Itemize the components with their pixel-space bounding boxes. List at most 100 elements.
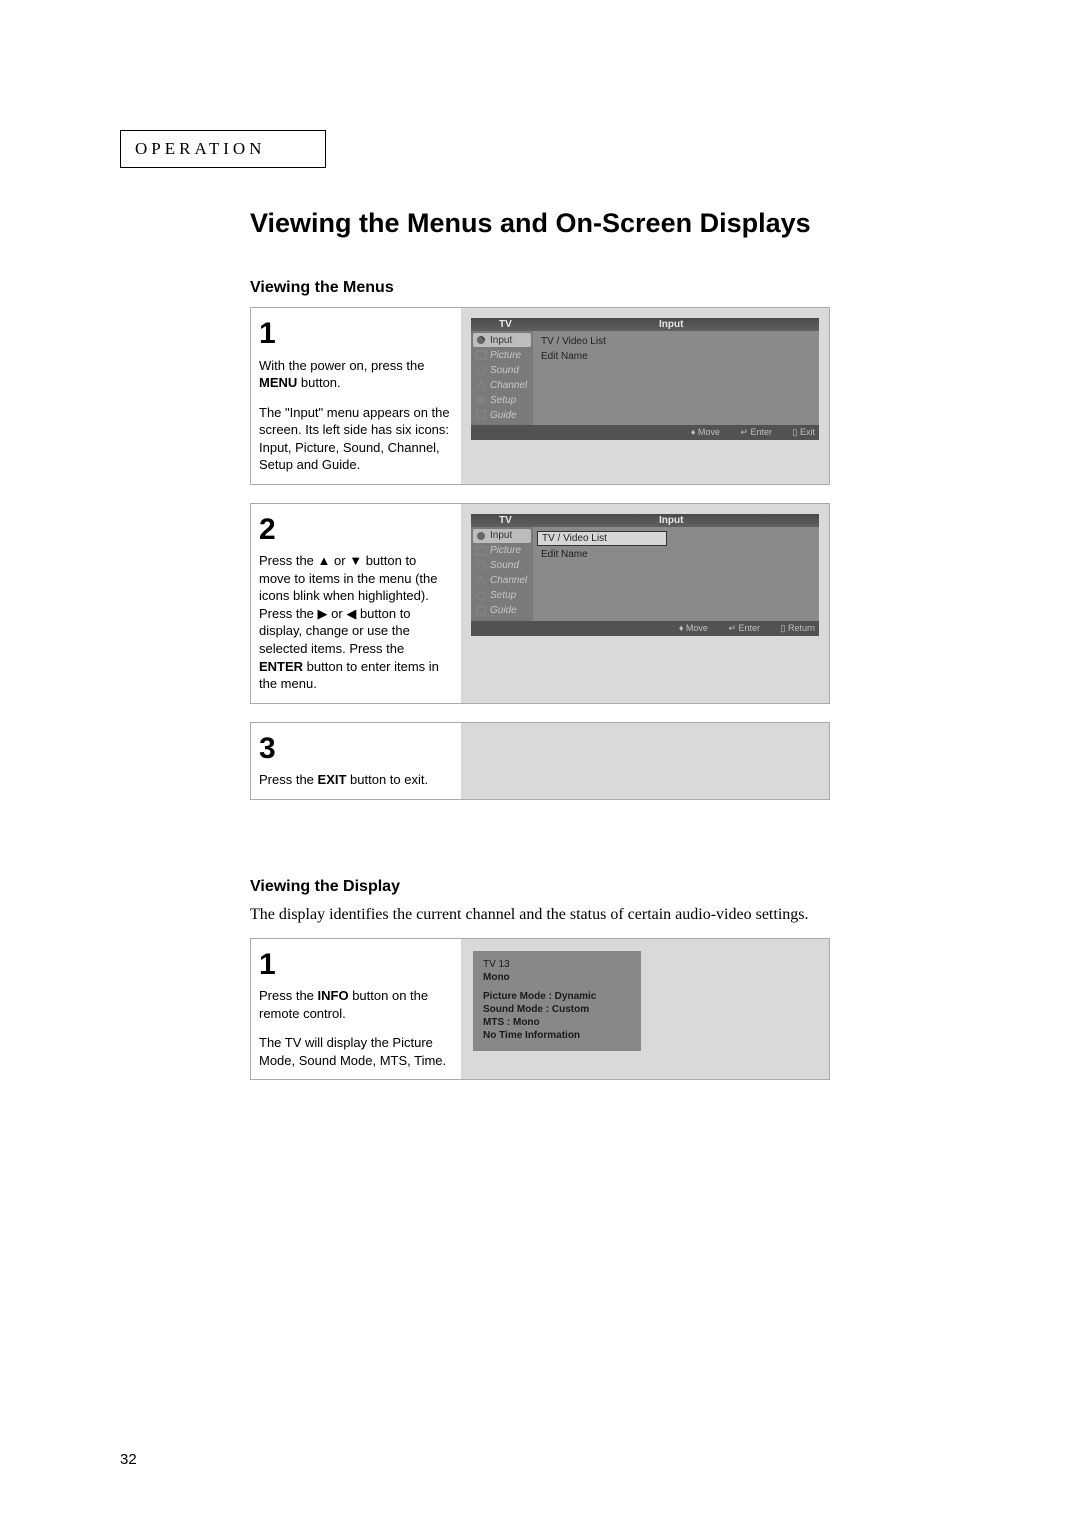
subtitle-menus: Viewing the Menus	[250, 279, 960, 297]
input-icon	[475, 334, 487, 346]
footer-exit: ▯ Exit	[793, 427, 815, 437]
osd-label-input: Input	[490, 335, 512, 346]
setup-icon	[475, 394, 487, 406]
info-line-3: Picture Mode : Dynamic	[483, 991, 623, 1002]
osd-label-guide: Guide	[490, 410, 517, 421]
osd-item-setup: Setup	[473, 589, 531, 603]
osd-opt-1: TV / Video List	[537, 335, 665, 348]
s3a: Press the	[259, 772, 318, 787]
ds1a: Press the	[259, 988, 318, 1003]
osd-opt-1-selected: TV / Video List	[537, 531, 667, 546]
step1-p1c: button.	[297, 375, 340, 390]
step1-p1a: With the power on, press the	[259, 358, 424, 373]
osd-label-guide: Guide	[490, 605, 517, 616]
step-1-block: 1 With the power on, press the MENU butt…	[250, 307, 830, 485]
footer-enter: ↵ Enter	[740, 427, 772, 437]
display-step-1-visual: TV 13 Mono Picture Mode : Dynamic Sound …	[461, 939, 829, 1080]
s2a: Press the	[259, 553, 318, 568]
osd-label-sound: Sound	[490, 365, 519, 376]
step-3-block: 3 Press the EXIT button to exit.	[250, 722, 830, 800]
setup-icon	[475, 590, 487, 602]
up-arrow-icon: ▲	[318, 553, 331, 568]
osd-header-left: TV	[471, 319, 559, 330]
footer-return: ▯ Return	[781, 623, 815, 633]
osd-item-channel: Channel	[473, 378, 531, 392]
step-2-block: 2 Press the ▲ or ▼ button to move to ite…	[250, 503, 830, 704]
step-2-visual: TV Input Input Picture Sound Channel Set…	[461, 504, 829, 703]
channel-icon	[475, 575, 487, 587]
osd-label-picture: Picture	[490, 350, 521, 361]
osd-label-input: Input	[490, 530, 512, 541]
osd-item-picture: Picture	[473, 348, 531, 362]
step-3-visual	[461, 723, 829, 799]
step-2-text: 2 Press the ▲ or ▼ button to move to ite…	[251, 504, 461, 703]
step-number: 1	[259, 945, 451, 986]
osd-sidebar: Input Picture Sound Channel Setup Guide	[471, 527, 533, 621]
exit-label: EXIT	[318, 772, 347, 787]
osd-label-channel: Channel	[490, 380, 527, 391]
picture-icon	[475, 545, 487, 557]
osd-item-picture: Picture	[473, 544, 531, 558]
osd-label-setup: Setup	[490, 395, 516, 406]
osd-opt-2: Edit Name	[537, 548, 665, 561]
picture-icon	[475, 349, 487, 361]
menu-label: MENU	[259, 375, 297, 390]
osd-label-channel: Channel	[490, 575, 527, 586]
info-label: INFO	[318, 988, 349, 1003]
step-1-text: 1 With the power on, press the MENU butt…	[251, 308, 461, 484]
osd-menu-1: TV Input Input Picture Sound Channel Set…	[471, 318, 819, 440]
page-number: 32	[120, 1451, 137, 1468]
info-osd: TV 13 Mono Picture Mode : Dynamic Sound …	[473, 951, 641, 1051]
channel-icon	[475, 379, 487, 391]
guide-icon	[475, 605, 487, 617]
input-icon	[475, 530, 487, 542]
osd-header-center: Input	[559, 319, 819, 330]
ds1p2: The TV will display the Picture Mode, So…	[259, 1035, 446, 1068]
osd-item-sound: Sound	[473, 559, 531, 573]
footer-move: ♦ Move	[679, 623, 708, 633]
osd-main: TV / Video List Edit Name	[533, 527, 819, 621]
step1-p2: The "Input" menu appears on the screen. …	[259, 405, 450, 473]
sound-icon	[475, 560, 487, 572]
info-line-5: MTS : Mono	[483, 1017, 623, 1028]
osd-item-guide: Guide	[473, 408, 531, 422]
section-header: OPERATION	[135, 139, 265, 158]
sound-icon	[475, 364, 487, 376]
osd-menu-2: TV Input Input Picture Sound Channel Set…	[471, 514, 819, 636]
osd-header-center: Input	[559, 515, 819, 526]
info-line-4: Sound Mode : Custom	[483, 1004, 623, 1015]
info-line-6: No Time Information	[483, 1030, 623, 1041]
section-header-box: OPERATION	[120, 130, 326, 168]
info-line-1: TV 13	[483, 959, 623, 970]
down-arrow-icon: ▼	[349, 553, 362, 568]
display-step-1-block: 1 Press the INFO button on the remote co…	[250, 938, 830, 1081]
osd-sidebar: Input Picture Sound Channel Setup Guide	[471, 331, 533, 425]
footer-enter: ↵ Enter	[728, 623, 760, 633]
s3c: button to exit.	[346, 772, 428, 787]
osd-item-input: Input	[473, 333, 531, 347]
osd-header: TV Input	[471, 514, 819, 527]
osd-main: TV / Video List Edit Name	[533, 331, 819, 425]
info-line-2: Mono	[483, 972, 623, 983]
main-title: Viewing the Menus and On-Screen Displays	[250, 208, 960, 239]
osd-label-sound: Sound	[490, 560, 519, 571]
osd-item-guide: Guide	[473, 604, 531, 618]
s2b: or	[330, 553, 349, 568]
osd-footer: ♦ Move ↵ Enter ▯ Return	[471, 621, 819, 636]
osd-item-channel: Channel	[473, 574, 531, 588]
display-step-1-text: 1 Press the INFO button on the remote co…	[251, 939, 461, 1080]
step-number: 3	[259, 729, 451, 770]
step-number: 1	[259, 314, 451, 355]
footer-move: ♦ Move	[691, 427, 720, 437]
osd-item-sound: Sound	[473, 363, 531, 377]
osd-footer: ♦ Move ↵ Enter ▯ Exit	[471, 425, 819, 440]
s2e: or	[328, 606, 347, 621]
step-number: 2	[259, 510, 451, 551]
osd-label-picture: Picture	[490, 545, 521, 556]
display-intro: The display identifies the current chann…	[250, 906, 950, 924]
enter-label: ENTER	[259, 659, 303, 674]
right-arrow-icon: ▶	[318, 606, 328, 621]
step-3-text: 3 Press the EXIT button to exit.	[251, 723, 461, 799]
osd-header: TV Input	[471, 318, 819, 331]
osd-item-setup: Setup	[473, 393, 531, 407]
